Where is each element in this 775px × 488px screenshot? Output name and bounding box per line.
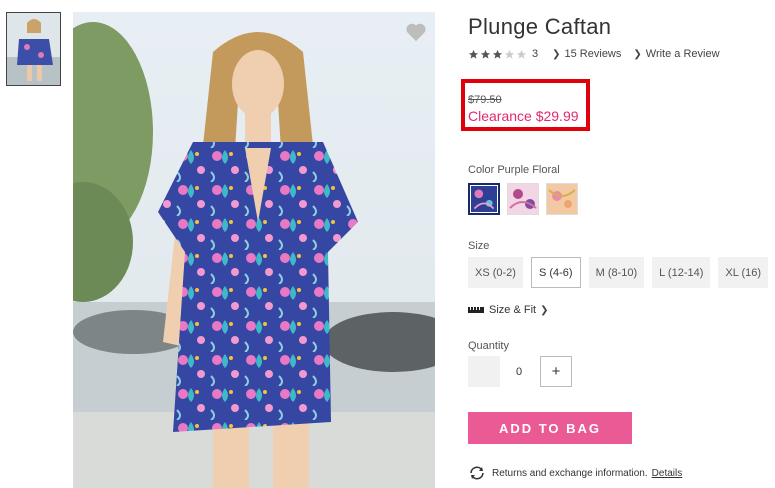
product-thumbnail[interactable] (6, 12, 61, 86)
swatch-peach-paisley[interactable] (546, 183, 578, 215)
star-filled-icon (480, 49, 491, 59)
ruler-icon (468, 307, 484, 313)
star-filled-icon (492, 49, 503, 59)
size-fit-label: Size & Fit (489, 304, 537, 316)
favorite-heart-icon[interactable] (405, 22, 427, 42)
reviews-link[interactable]: 15 Reviews (565, 48, 622, 60)
swatch-purple-floral[interactable] (468, 183, 500, 215)
size-option-xl[interactable]: XL (16) (718, 257, 769, 288)
add-to-bag-button[interactable]: ADD TO BAG (468, 412, 632, 444)
color-swatches (468, 183, 578, 215)
clearance-price: Clearance $29.99 (468, 108, 579, 124)
size-fit-link[interactable]: Size & Fit ❯ (468, 304, 552, 316)
original-price: $79.50 (468, 94, 502, 106)
quantity-value[interactable]: 0 (506, 356, 532, 387)
product-title: Plunge Caftan (468, 14, 612, 39)
rating-count: 3 (532, 48, 539, 60)
rating-row: 3 ❯ 15 Reviews ❯ Write a Review (468, 47, 720, 61)
color-label: Color Purple Floral (468, 164, 560, 176)
size-option-s[interactable]: S (4-6) (530, 257, 581, 288)
returns-details-link[interactable]: Details (652, 468, 683, 479)
quantity-label: Quantity (468, 340, 509, 352)
chevron-right-icon: ❯ (540, 304, 549, 316)
chevron-right-icon: ❯ (552, 48, 561, 60)
rating-stars (468, 49, 528, 60)
star-empty-icon (516, 49, 527, 59)
chevron-right-icon: ❯ (633, 48, 642, 60)
write-review-link[interactable]: Write a Review (646, 48, 720, 60)
exchange-arrows-icon (470, 466, 484, 480)
star-filled-icon (468, 49, 479, 59)
swatch-pink-paisley[interactable] (507, 183, 539, 215)
returns-info: Returns and exchange information. Detail… (468, 466, 682, 480)
size-options: XS (0-2) S (4-6) M (8-10) L (12-14) XL (… (468, 257, 769, 288)
size-option-l[interactable]: L (12-14) (652, 257, 711, 288)
size-option-m[interactable]: M (8-10) (588, 257, 645, 288)
quantity-decrement-button[interactable] (468, 356, 500, 387)
size-option-xs[interactable]: XS (0-2) (468, 257, 523, 288)
star-empty-icon (504, 49, 515, 59)
product-main-image[interactable] (73, 12, 435, 488)
size-label: Size (468, 240, 490, 252)
quantity-increment-button[interactable]: + (540, 356, 572, 387)
returns-text: Returns and exchange information. (492, 467, 648, 479)
